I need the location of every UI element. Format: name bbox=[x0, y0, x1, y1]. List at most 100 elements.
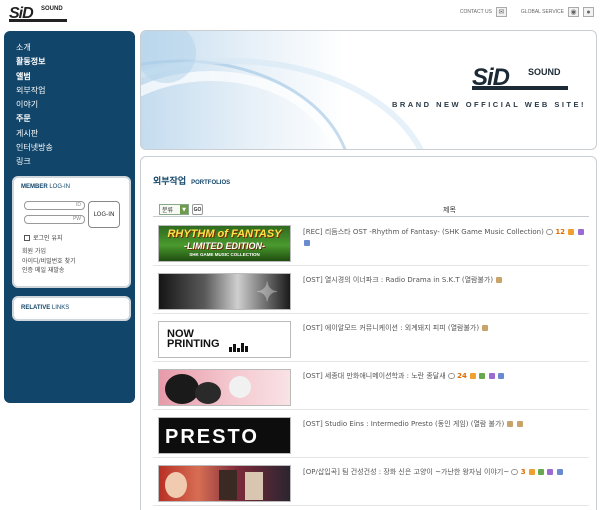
row-title[interactable]: [OST] 에이알모드 커뮤니케이션 : 외계돼지 피피 (열람불가) bbox=[303, 323, 585, 334]
login-box-title: MEMBER LOG-IN bbox=[21, 184, 70, 190]
signup-link[interactable]: 회원 가입 bbox=[22, 247, 76, 257]
image-icon bbox=[568, 229, 575, 235]
category-select-label: 분류 bbox=[162, 207, 174, 214]
find-id-password-link[interactable]: 아이디/비밀번호 찾기 bbox=[22, 257, 76, 267]
video-icon bbox=[538, 469, 545, 475]
portfolio-row[interactable]: ✦ [OST] 열시경의 이너파크 : Radio Drama in S.K.T… bbox=[153, 267, 589, 314]
category-select[interactable]: 분류 ▼ bbox=[159, 204, 189, 215]
portfolio-title-korean: 외부작업 bbox=[153, 177, 187, 187]
thumb-title: RHYTHM of FANTASY bbox=[167, 228, 282, 240]
portfolio-row[interactable]: NOW PRINTING [OST] 에이알모드 커뮤니케이션 : 외계돼지 피… bbox=[153, 315, 589, 362]
banner-logo-bar bbox=[472, 86, 568, 90]
nav-item-activity[interactable]: 활동정보 bbox=[16, 55, 53, 69]
comment-count: 12 bbox=[555, 228, 566, 236]
row-title[interactable]: [REC] 리듬스타 OST -Rhythm of Fantasy- (SHK … bbox=[303, 227, 585, 249]
site-logo[interactable]: SiD SOUND bbox=[9, 5, 67, 23]
korea-flag-icon[interactable]: ◉ bbox=[568, 7, 579, 17]
now-printing-text: NOW PRINTING bbox=[167, 329, 220, 350]
comment-icon bbox=[546, 229, 554, 235]
top-utility-links: CONTACT US ✉ GLOBAL SERVICE ◉ ● bbox=[460, 7, 594, 17]
contact-us-link[interactable]: CONTACT US bbox=[460, 9, 492, 15]
row-title-text[interactable]: [OST] Studio Eins : Intermedio Presto (동… bbox=[303, 420, 504, 428]
keep-login-checkbox[interactable] bbox=[24, 234, 30, 241]
portfolio-row[interactable]: [OP/삽입곡] 팀 건성건성 : 장화 신은 고양이 ~가난한 왕자님 이야기… bbox=[153, 459, 589, 506]
thumb-art-shape bbox=[229, 376, 251, 398]
account-links: 회원 가입 아이디/비밀번호 찾기 인증 메일 재발송 bbox=[22, 247, 76, 276]
banner-tagline: BRAND NEW OFFICIAL WEB SITE! bbox=[391, 100, 586, 109]
relative-title-bold: RELATIVE bbox=[21, 305, 51, 311]
login-title-rest: LOG-IN bbox=[47, 184, 71, 190]
portfolio-heading: 외부작업 PORTFOLIOS bbox=[153, 174, 230, 187]
sidebar: 소개 활동정보 앨범 외부작업 이야기 주문 게시판 인터넷방송 링크 MEMB… bbox=[4, 31, 135, 403]
inner-park-thumbnail[interactable]: ✦ bbox=[158, 273, 291, 310]
password-field[interactable]: PW bbox=[24, 215, 85, 224]
mail-icon[interactable]: ✉ bbox=[495, 7, 507, 17]
now-printing-bars-icon bbox=[229, 342, 248, 352]
keep-login-option[interactable]: 로그인 유지 bbox=[24, 233, 63, 242]
relative-links-title: RELATIVE LINKS bbox=[21, 305, 69, 311]
nav-item-album[interactable]: 앨범 bbox=[16, 70, 53, 84]
thumb-art-shape bbox=[165, 374, 199, 404]
row-title-text[interactable]: [OST] 열시경의 이너파크 : Radio Drama in S.K.T (… bbox=[303, 276, 493, 284]
japan-flag-icon[interactable]: ● bbox=[583, 7, 594, 17]
file-icon bbox=[497, 373, 504, 379]
row-title-text[interactable]: [OST] 에이알모드 커뮤니케이션 : 외계돼지 피피 (열람불가) bbox=[303, 324, 479, 332]
nav-item-intro[interactable]: 소개 bbox=[16, 41, 53, 55]
portfolio-row[interactable]: PRESTO [OST] Studio Eins : Intermedio Pr… bbox=[153, 411, 589, 458]
relative-links-box: RELATIVE LINKS bbox=[12, 296, 131, 321]
relative-title-rest: LINKS bbox=[50, 305, 70, 311]
now-printing-thumbnail[interactable]: NOW PRINTING bbox=[158, 321, 291, 358]
thumb-caption: SHK GAME MUSIC COLLECTION bbox=[189, 252, 260, 257]
puss-in-boots-thumbnail[interactable] bbox=[158, 465, 291, 502]
row-title-text[interactable]: [REC] 리듬스타 OST -Rhythm of Fantasy- (SHK … bbox=[303, 228, 544, 236]
lock-icon bbox=[496, 277, 503, 283]
global-service-link[interactable]: GLOBAL SERVICE bbox=[521, 9, 564, 15]
logo-underline bbox=[9, 19, 67, 22]
comment-count: 3 bbox=[520, 468, 526, 476]
lock-icon bbox=[482, 325, 489, 331]
nav-item-external-work[interactable]: 외부작업 bbox=[16, 84, 53, 98]
image-icon bbox=[528, 469, 535, 475]
music-icon bbox=[488, 373, 495, 379]
member-login-box: MEMBER LOG-IN ID PW LOG-IN 로그인 유지 회원 가입 … bbox=[12, 176, 131, 288]
resend-auth-mail-link[interactable]: 인증 메일 재발송 bbox=[22, 266, 76, 276]
portfolio-table-header: 분류 ▼ GO 제목 bbox=[153, 203, 589, 217]
keep-login-label: 로그인 유지 bbox=[33, 235, 63, 242]
yellow-lark-thumbnail[interactable] bbox=[158, 369, 291, 406]
hero-banner: SiD SOUND BRAND NEW OFFICIAL WEB SITE! bbox=[140, 30, 597, 150]
portfolio-title-english: PORTFOLIOS bbox=[191, 180, 231, 186]
login-button[interactable]: LOG-IN bbox=[88, 201, 120, 228]
comment-count: 24 bbox=[457, 372, 467, 380]
nav-item-story[interactable]: 이야기 bbox=[16, 98, 53, 112]
portfolio-panel: 외부작업 PORTFOLIOS 분류 ▼ GO 제목 RHYTHM of FAN… bbox=[140, 156, 597, 510]
presto-text: PRESTO bbox=[165, 426, 259, 448]
row-title-text[interactable]: [OST] 세종대 만화애니메이션학과 : 노란 종달새 bbox=[303, 372, 446, 380]
comment-icon bbox=[511, 469, 519, 475]
row-title[interactable]: [OST] 세종대 만화애니메이션학과 : 노란 종달새 24 bbox=[303, 371, 585, 382]
chevron-down-icon[interactable]: ▼ bbox=[180, 205, 188, 214]
video-icon bbox=[479, 373, 486, 379]
id-field[interactable]: ID bbox=[24, 201, 85, 210]
thumb-letter-art: ✦ bbox=[256, 278, 278, 307]
image-icon bbox=[470, 373, 477, 379]
nav-item-broadcast[interactable]: 인터넷방송 bbox=[16, 141, 53, 155]
row-title[interactable]: [OST] 열시경의 이너파크 : Radio Drama in S.K.T (… bbox=[303, 275, 585, 286]
music-icon bbox=[577, 229, 584, 235]
banner-logo-sound: SOUND bbox=[528, 67, 561, 77]
thumb-subtitle: -LIMITED EDITION- bbox=[184, 241, 265, 251]
row-title-text[interactable]: [OP/삽입곡] 팀 건성건성 : 장화 신은 고양이 ~가난한 왕자님 이야기… bbox=[303, 468, 509, 476]
lock-icon bbox=[516, 421, 523, 427]
presto-thumbnail[interactable]: PRESTO bbox=[158, 417, 291, 454]
nav-item-links[interactable]: 링크 bbox=[16, 155, 53, 169]
row-title[interactable]: [OP/삽입곡] 팀 건성건성 : 장화 신은 고양이 ~가난한 왕자님 이야기… bbox=[303, 467, 585, 478]
go-button[interactable]: GO bbox=[192, 204, 203, 215]
portfolio-row[interactable]: [OST] 세종대 만화애니메이션학과 : 노란 종달새 24 bbox=[153, 363, 589, 410]
rhythm-of-fantasy-thumbnail[interactable]: RHYTHM of FANTASY -LIMITED EDITION- SHK … bbox=[158, 225, 291, 262]
nav-item-board[interactable]: 게시판 bbox=[16, 127, 53, 141]
music-icon bbox=[547, 469, 554, 475]
nav-item-order[interactable]: 주문 bbox=[16, 112, 53, 126]
row-title[interactable]: [OST] Studio Eins : Intermedio Presto (동… bbox=[303, 419, 585, 430]
portfolio-row[interactable]: RHYTHM of FANTASY -LIMITED EDITION- SHK … bbox=[153, 219, 589, 266]
banner-logo: SiD SOUND bbox=[472, 64, 568, 94]
column-title: 제목 bbox=[443, 206, 456, 214]
